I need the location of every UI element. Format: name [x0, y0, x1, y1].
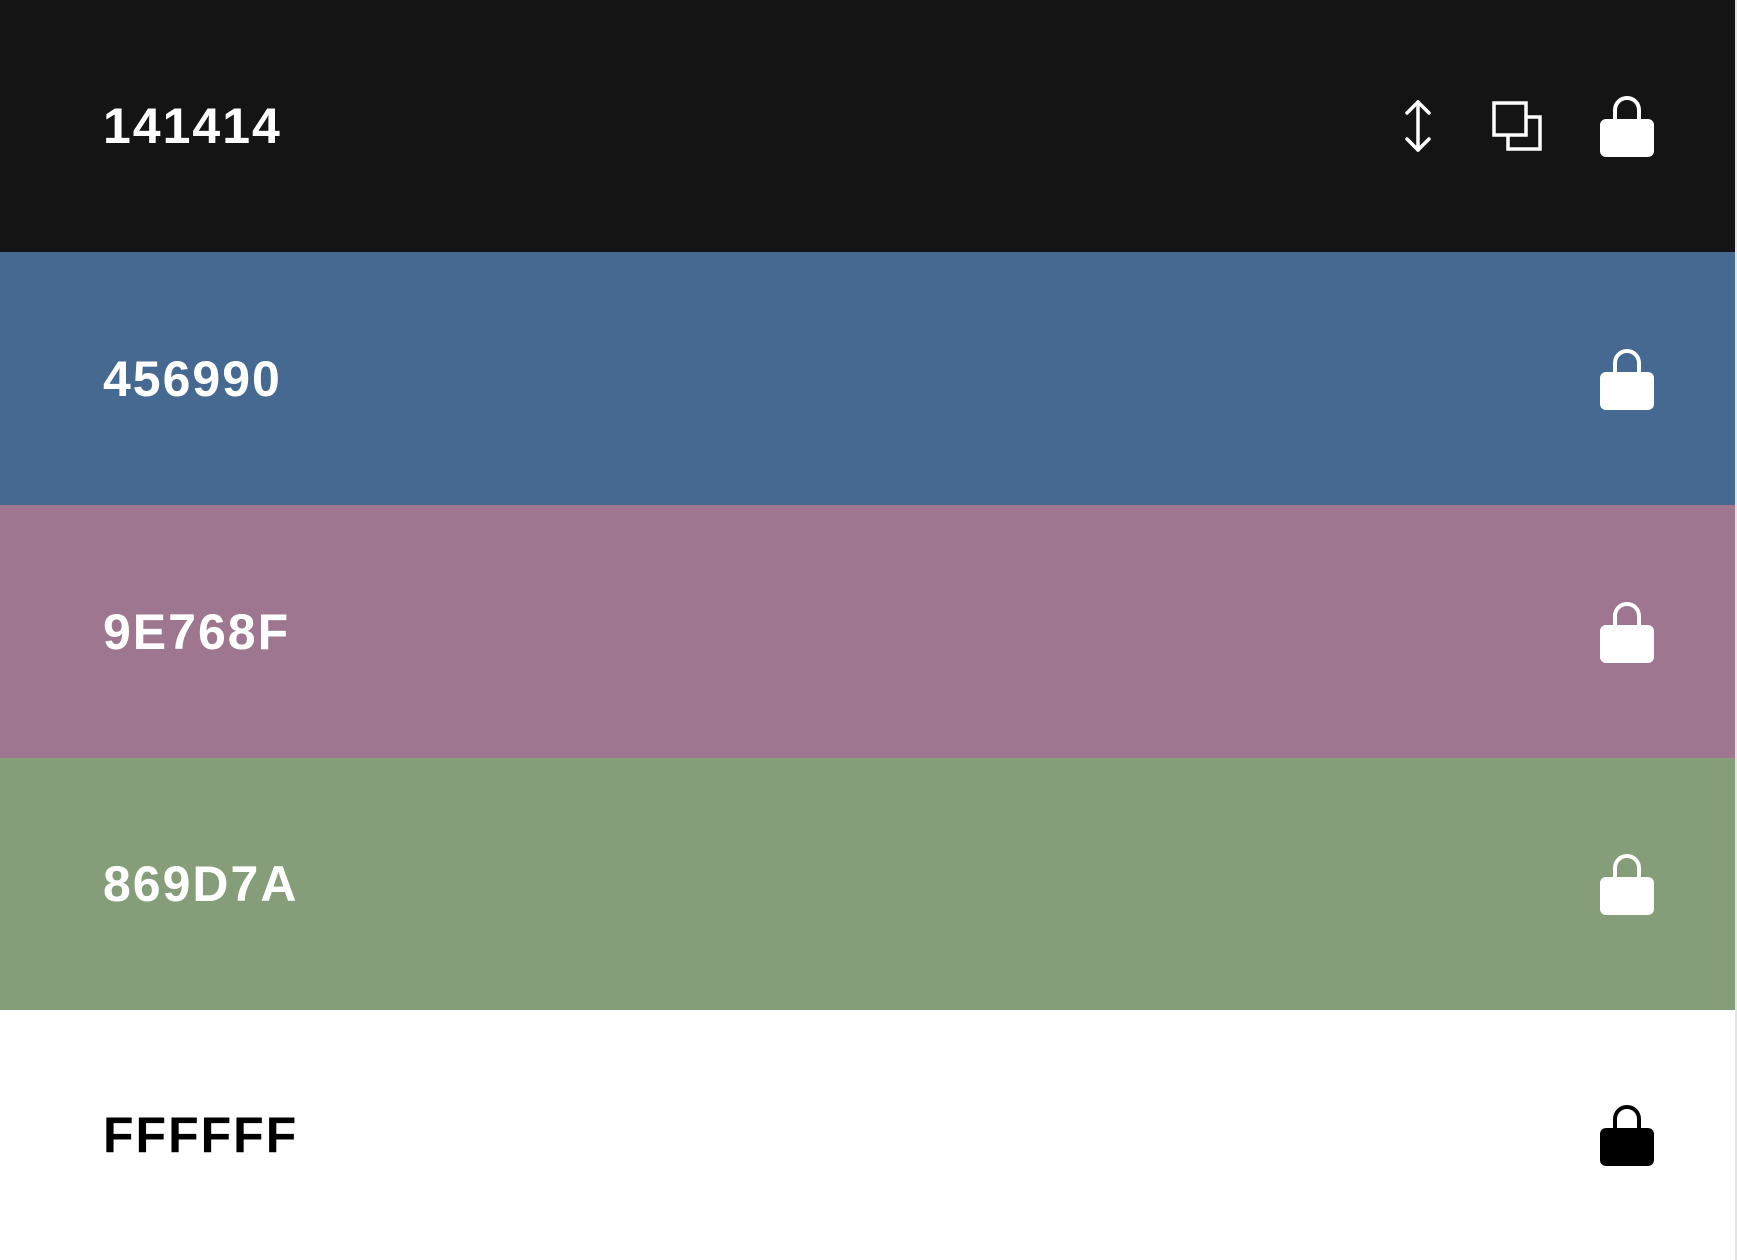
hex-code-label[interactable]: 141414: [103, 101, 282, 151]
color-swatch[interactable]: FFFFFF: [0, 1010, 1735, 1260]
hex-code-label[interactable]: 456990: [103, 354, 282, 404]
drag-handle-icon: [1405, 100, 1431, 152]
lock-icon: [1600, 1105, 1654, 1166]
color-swatch[interactable]: 456990: [0, 252, 1735, 505]
hex-code-label[interactable]: 869D7A: [103, 859, 298, 909]
color-swatch[interactable]: 869D7A: [0, 758, 1735, 1010]
swatch-controls: [1401, 93, 1655, 159]
lock-icon: [1600, 601, 1654, 663]
swatch-controls: [1599, 1102, 1655, 1168]
lock-button[interactable]: [1599, 1102, 1655, 1168]
color-palette: 141414 456990 9E768F 869D7A FFFFFF: [0, 0, 1735, 1260]
hex-code-label[interactable]: 9E768F: [103, 607, 290, 657]
copy-button[interactable]: [1491, 100, 1543, 152]
swatch-controls: [1599, 346, 1655, 412]
lock-icon: [1600, 854, 1654, 915]
hex-code-label[interactable]: FFFFFF: [103, 1110, 298, 1160]
lock-button[interactable]: [1599, 93, 1655, 159]
color-swatch[interactable]: 9E768F: [0, 505, 1735, 758]
color-swatch[interactable]: 141414: [0, 0, 1735, 252]
swatch-controls: [1599, 599, 1655, 665]
swatch-controls: [1599, 851, 1655, 917]
drag-handle-button[interactable]: [1401, 98, 1435, 154]
copy-icon: [1492, 101, 1542, 151]
lock-icon: [1600, 348, 1654, 410]
lock-icon: [1600, 96, 1654, 157]
lock-button[interactable]: [1599, 346, 1655, 412]
lock-button[interactable]: [1599, 599, 1655, 665]
lock-button[interactable]: [1599, 851, 1655, 917]
